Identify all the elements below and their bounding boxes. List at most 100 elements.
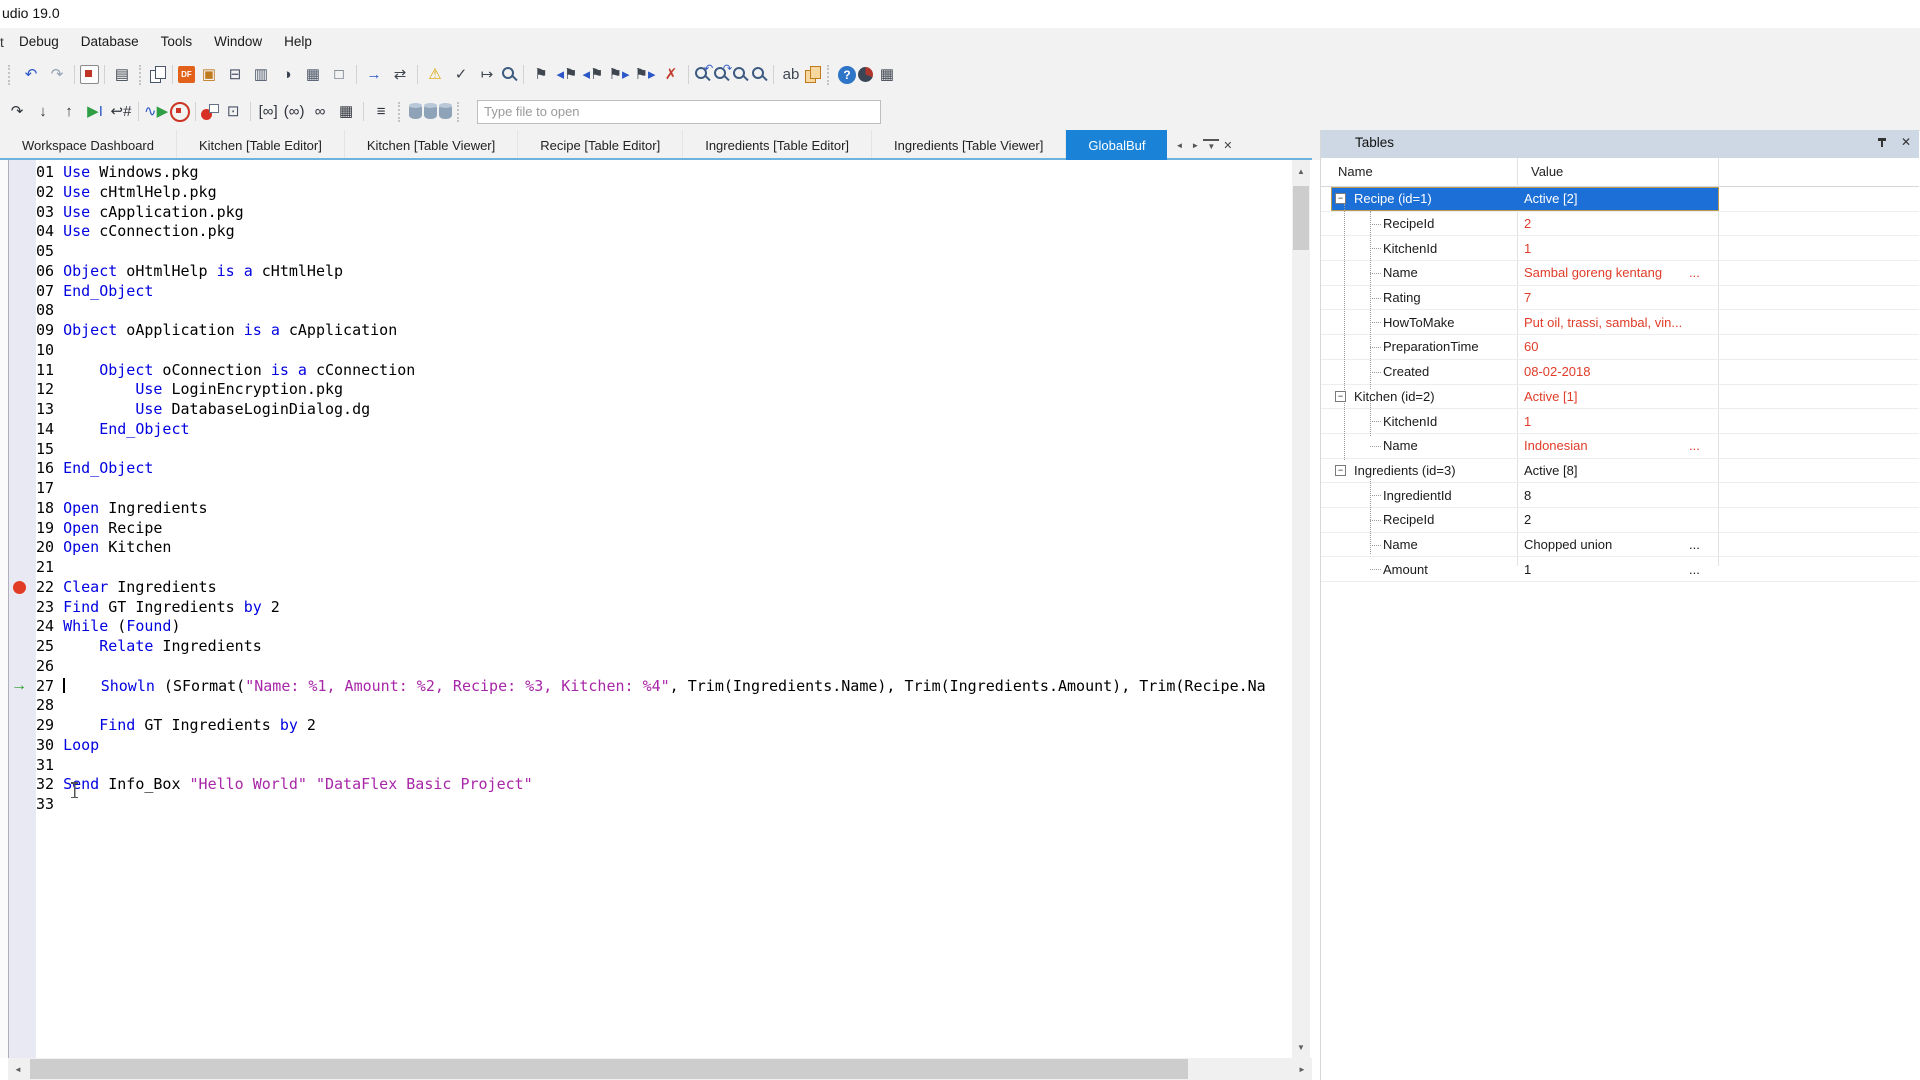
table-row[interactable]: NameChopped union... [1321,533,1919,558]
toolbar-drag-handle[interactable] [457,102,463,122]
code-line[interactable]: 23 Find GT Ingredients by 2 [36,598,1292,618]
toggle-breakpoint-icon[interactable] [201,104,219,120]
tab-kitchen-table-editor[interactable]: Kitchen [Table Editor] [177,130,345,160]
database-builder-icon[interactable]: ▦ [301,63,325,87]
start-debug-icon[interactable]: ∿▶ [144,100,168,124]
bookmark-next-icon[interactable]: ⚑▸ [607,63,631,87]
tab-workspace-dashboard[interactable]: Workspace Dashboard [0,130,177,160]
class-browser-icon[interactable]: ▥ [249,63,273,87]
tab-recipe-table-editor[interactable]: Recipe [Table Editor] [518,130,683,160]
table-row[interactable]: Rating7 [1321,286,1919,311]
tab-kitchen-table-viewer[interactable]: Kitchen [Table Viewer] [345,130,518,160]
menu-item-debug[interactable]: Debug [8,28,70,56]
table-viewer-icon[interactable] [424,104,437,119]
clock-icon[interactable] [858,67,873,82]
bookmark-next-doc-icon[interactable]: ⚑▸ [633,63,657,87]
task-list-icon[interactable]: ✓ [449,63,473,87]
table-row[interactable]: KitchenId1 [1321,236,1919,261]
scroll-left-icon[interactable]: ◄ [8,1058,28,1080]
step-count-icon[interactable]: ↩# [109,100,133,124]
breakpoints-window-icon[interactable]: ⊡ [221,100,245,124]
table-row[interactable]: IngredientId8 [1321,483,1919,508]
code-line[interactable]: 09 Object oApplication is a cApplication [36,321,1292,341]
code-line[interactable]: 27 Showln (SFormat("Name: %1, Amount: %2… [36,677,1292,697]
goto-definition-icon[interactable]: → [362,63,386,87]
code-line[interactable]: 25 Relate Ingredients [36,637,1292,657]
menu-item-database[interactable]: Database [70,28,150,56]
table-row[interactable]: Created08-02-2018 [1321,360,1919,385]
tab-ingredients-table-viewer[interactable]: Ingredients [Table Viewer] [872,130,1066,160]
open-file-input[interactable] [477,100,881,124]
toolbar-drag-handle[interactable] [8,65,14,85]
inspect-tables-icon[interactable]: ▦ [334,100,358,124]
expander-icon[interactable]: − [1335,193,1346,204]
code-line[interactable]: 16 End_Object [36,459,1292,479]
find-in-files-icon[interactable] [751,66,768,83]
scroll-up-icon[interactable]: ▲ [1292,162,1310,180]
clear-bookmarks-icon[interactable]: ✗ [659,63,683,87]
code-line[interactable]: 18 Open Ingredients [36,499,1292,519]
code-line[interactable]: 22 Clear Ingredients [36,578,1292,598]
expander-icon[interactable]: − [1335,391,1346,402]
run-to-cursor-icon[interactable]: ▶I [83,100,107,124]
code-line[interactable]: 20 Open Kitchen [36,538,1292,558]
code-line[interactable]: 10 [36,341,1292,361]
dashboard-icon[interactable]: DF [178,66,195,83]
vertical-scrollbar-thumb[interactable] [1293,186,1309,250]
table-row[interactable]: NameIndonesian... [1321,434,1919,459]
code-line[interactable]: 30 Loop [36,736,1292,756]
toolbar-drag-handle[interactable] [398,102,404,122]
toolbar-drag-handle[interactable] [827,65,833,85]
inspect-globals-icon[interactable]: (∞) [282,100,306,124]
tab-scroll-right-icon[interactable]: ► [1187,141,1203,150]
code-line[interactable]: 01 Use Windows.pkg [36,163,1292,183]
toolbar-drag-handle[interactable] [139,65,145,85]
tables-column-header[interactable]: Name Value [1321,158,1919,187]
ellipsis-indicator[interactable]: ... [1689,434,1700,458]
step-into-icon[interactable]: ↓ [31,100,55,124]
breakpoint-icon[interactable] [13,581,26,594]
code-area[interactable]: 01 Use Windows.pkg02 Use cHtmlHelp.pkg03… [36,160,1292,1061]
tab-globalbuf[interactable]: GlobalBuf [1066,130,1167,160]
scroll-right-icon[interactable]: ► [1292,1058,1312,1080]
sql-tool-icon[interactable] [439,104,452,119]
editor-gutter[interactable] [9,160,36,1058]
code-line[interactable]: 13 Use DatabaseLoginDialog.dg [36,400,1292,420]
horizontal-scrollbar-thumb[interactable] [30,1059,1188,1079]
column-header-name[interactable]: Name [1338,164,1373,179]
tab-scroll-left-icon[interactable]: ◄ [1171,141,1187,150]
code-line[interactable]: 07 End_Object [36,282,1292,302]
error-list-icon[interactable]: ⚠ [423,63,447,87]
menu-item-partial[interactable]: t [0,35,8,50]
scroll-down-icon[interactable]: ▼ [1292,1038,1310,1056]
column-header-value[interactable]: Value [1531,164,1563,179]
code-line[interactable]: 06 Object oHtmlHelp is a cHtmlHelp [36,262,1292,282]
editor-horizontal-scrollbar[interactable]: ◄ ► [8,1058,1312,1080]
table-row[interactable]: KitchenId1 [1321,409,1919,434]
editor-vertical-scrollbar[interactable]: ▲ ▼ [1292,160,1310,1058]
bookmark-prev-icon[interactable]: ◂⚑ [581,63,605,87]
table-row[interactable]: HowToMakePut oil, trassi, sambal, vin... [1321,310,1919,335]
undo-icon[interactable]: ↶ [19,63,43,87]
copy-special-icon[interactable] [150,66,167,83]
workspace-explorer-icon[interactable]: ▣ [197,63,221,87]
code-line[interactable]: 05 [36,242,1292,262]
code-line[interactable]: 29 Find GT Ingredients by 2 [36,716,1292,736]
table-row[interactable]: −Recipe (id=1)Active [2] [1321,187,1919,212]
code-line[interactable]: 33 [36,795,1292,815]
bookmark-prev-doc-icon[interactable]: ◂⚑ [555,63,579,87]
ellipsis-indicator[interactable]: ... [1689,533,1700,557]
code-line[interactable]: 31 [36,756,1292,776]
inspect-locals-icon[interactable]: [∞] [256,100,280,124]
call-stack-icon[interactable]: ≡ [369,100,393,124]
code-line[interactable]: 04 Use cConnection.pkg [36,222,1292,242]
code-line[interactable]: 26 [36,657,1292,677]
expander-icon[interactable]: − [1335,465,1346,476]
record-macro-icon[interactable] [80,65,99,84]
find-next-icon[interactable]: ↷ [732,66,749,83]
code-sync-icon[interactable]: ⇄ [388,63,412,87]
code-line[interactable]: 32 Send Info_Box "Hello World" "DataFlex… [36,775,1292,795]
rename-icon[interactable]: ab [779,63,803,87]
code-line[interactable]: 21 [36,558,1292,578]
table-row[interactable]: NameSambal goreng kentang... [1321,261,1919,286]
